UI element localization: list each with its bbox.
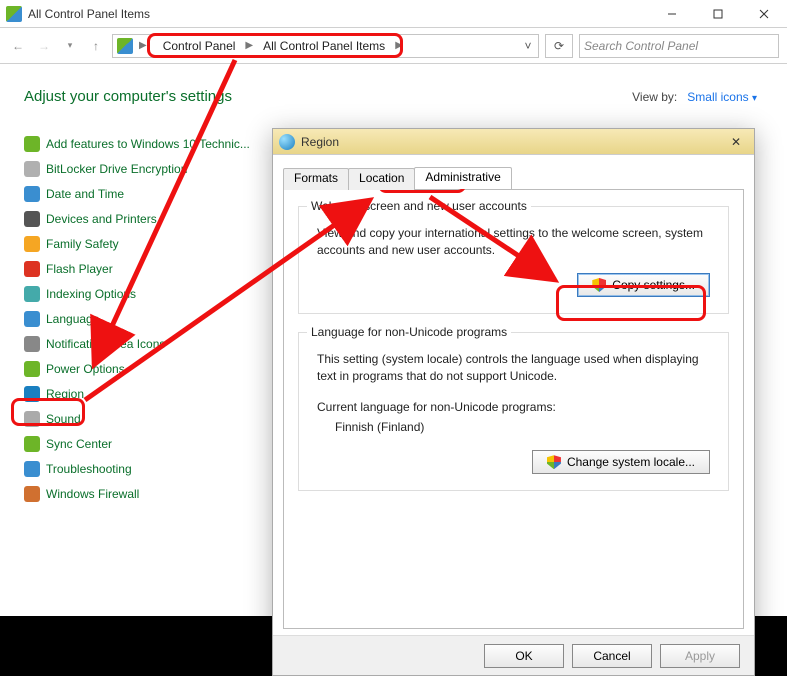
cp-item-icon bbox=[24, 411, 40, 427]
shield-icon bbox=[547, 455, 561, 469]
cancel-button[interactable]: Cancel bbox=[572, 644, 652, 668]
window-titlebar: All Control Panel Items bbox=[0, 0, 787, 28]
cp-item-icon bbox=[24, 311, 40, 327]
cp-item-icon bbox=[24, 461, 40, 477]
breadcrumb-all-items[interactable]: All Control Panel Items bbox=[257, 39, 391, 53]
dialog-body: Formats Location Administrative Welcome … bbox=[273, 155, 754, 635]
cp-item-icon bbox=[24, 161, 40, 177]
control-panel-icon bbox=[6, 6, 22, 22]
cp-item-label: Language bbox=[46, 312, 99, 326]
tab-page-administrative: Welcome screen and new user accounts Vie… bbox=[283, 189, 744, 629]
tab-strip: Formats Location Administrative bbox=[283, 167, 744, 189]
ok-button[interactable]: OK bbox=[484, 644, 564, 668]
cp-item-label: Power Options bbox=[46, 362, 125, 376]
view-by-dropdown[interactable]: Small icons ▾ bbox=[687, 90, 757, 104]
globe-icon bbox=[279, 134, 295, 150]
dialog-title: Region bbox=[301, 135, 339, 149]
cp-item-icon bbox=[24, 486, 40, 502]
cp-item-label: Notification Area Icons bbox=[46, 337, 165, 351]
cp-item-icon bbox=[24, 336, 40, 352]
cp-item-icon bbox=[24, 261, 40, 277]
cp-item-label: Windows Firewall bbox=[46, 487, 139, 501]
refresh-button[interactable]: ⟳ bbox=[545, 34, 573, 58]
cp-item-icon bbox=[24, 136, 40, 152]
chevron-down-icon: ▾ bbox=[752, 93, 757, 104]
cp-item-label: Devices and Printers bbox=[46, 212, 157, 226]
view-by-label: View by: bbox=[632, 90, 677, 104]
recent-dropdown[interactable]: ▾ bbox=[60, 36, 80, 56]
chevron-right-icon: ▶ bbox=[243, 40, 255, 51]
tab-formats[interactable]: Formats bbox=[283, 168, 349, 190]
cp-item-label: Family Safety bbox=[46, 237, 119, 251]
cp-item-label: Indexing Options bbox=[46, 287, 136, 301]
up-button[interactable]: ↑ bbox=[86, 36, 106, 56]
view-by: View by: Small icons ▾ bbox=[632, 90, 757, 104]
cp-item-icon bbox=[24, 361, 40, 377]
navbar: ← → ▾ ↑ ▶ Control Panel ▶ All Control Pa… bbox=[0, 28, 787, 64]
cp-item-icon bbox=[24, 436, 40, 452]
address-bar-icon bbox=[117, 38, 133, 54]
dialog-titlebar[interactable]: Region ✕ bbox=[273, 129, 754, 155]
tab-location[interactable]: Location bbox=[348, 168, 415, 190]
shield-icon bbox=[592, 278, 606, 292]
cp-item-icon bbox=[24, 386, 40, 402]
group-welcome-screen: Welcome screen and new user accounts Vie… bbox=[298, 206, 729, 314]
tab-administrative[interactable]: Administrative bbox=[414, 167, 511, 189]
cp-item-label: Sync Center bbox=[46, 437, 112, 451]
address-bar[interactable]: ▶ Control Panel ▶ All Control Panel Item… bbox=[112, 34, 539, 58]
minimize-button[interactable] bbox=[649, 0, 695, 28]
apply-button[interactable]: Apply bbox=[660, 644, 740, 668]
addressbar-dropdown[interactable]: ˅ bbox=[518, 39, 538, 53]
breadcrumbs[interactable]: Control Panel ▶ All Control Panel Items … bbox=[153, 35, 409, 57]
cp-item-label: Flash Player bbox=[46, 262, 113, 276]
search-input[interactable]: Search Control Panel bbox=[579, 34, 779, 58]
cp-item-icon bbox=[24, 286, 40, 302]
cp-item-label: BitLocker Drive Encryption bbox=[46, 162, 187, 176]
cp-item-icon bbox=[24, 186, 40, 202]
cp-item-icon bbox=[24, 211, 40, 227]
close-button[interactable] bbox=[741, 0, 787, 28]
cp-item-label: Add features to Windows 10 Technic... bbox=[46, 137, 250, 151]
current-language-label: Current language for non-Unicode program… bbox=[317, 399, 710, 416]
cp-item-icon bbox=[24, 236, 40, 252]
chevron-right-icon: ▶ bbox=[137, 40, 149, 51]
group-non-unicode: Language for non-Unicode programs This s… bbox=[298, 332, 729, 491]
copy-settings-button[interactable]: Copy settings... bbox=[577, 273, 710, 297]
forward-button[interactable]: → bbox=[34, 36, 54, 56]
change-system-locale-button[interactable]: Change system locale... bbox=[532, 450, 710, 474]
group-welcome-text: View and copy your international setting… bbox=[317, 225, 710, 259]
region-dialog: Region ✕ Formats Location Administrative… bbox=[272, 128, 755, 676]
breadcrumb-control-panel[interactable]: Control Panel bbox=[157, 39, 242, 53]
cp-item-label: Date and Time bbox=[46, 187, 124, 201]
group-non-unicode-text: This setting (system locale) controls th… bbox=[317, 351, 710, 385]
window-title: All Control Panel Items bbox=[28, 7, 150, 21]
group-welcome-title: Welcome screen and new user accounts bbox=[307, 199, 531, 213]
dialog-close-button[interactable]: ✕ bbox=[724, 132, 748, 152]
current-language-value: Finnish (Finland) bbox=[335, 419, 710, 436]
cp-item-label: Sound bbox=[46, 412, 81, 426]
back-button[interactable]: ← bbox=[8, 36, 28, 56]
group-non-unicode-title: Language for non-Unicode programs bbox=[307, 325, 511, 339]
dialog-button-row: OK Cancel Apply bbox=[273, 635, 754, 675]
chevron-right-icon: ▶ bbox=[393, 40, 405, 51]
cp-item-label: Region bbox=[46, 387, 84, 401]
maximize-button[interactable] bbox=[695, 0, 741, 28]
cp-item-label: Troubleshooting bbox=[46, 462, 132, 476]
